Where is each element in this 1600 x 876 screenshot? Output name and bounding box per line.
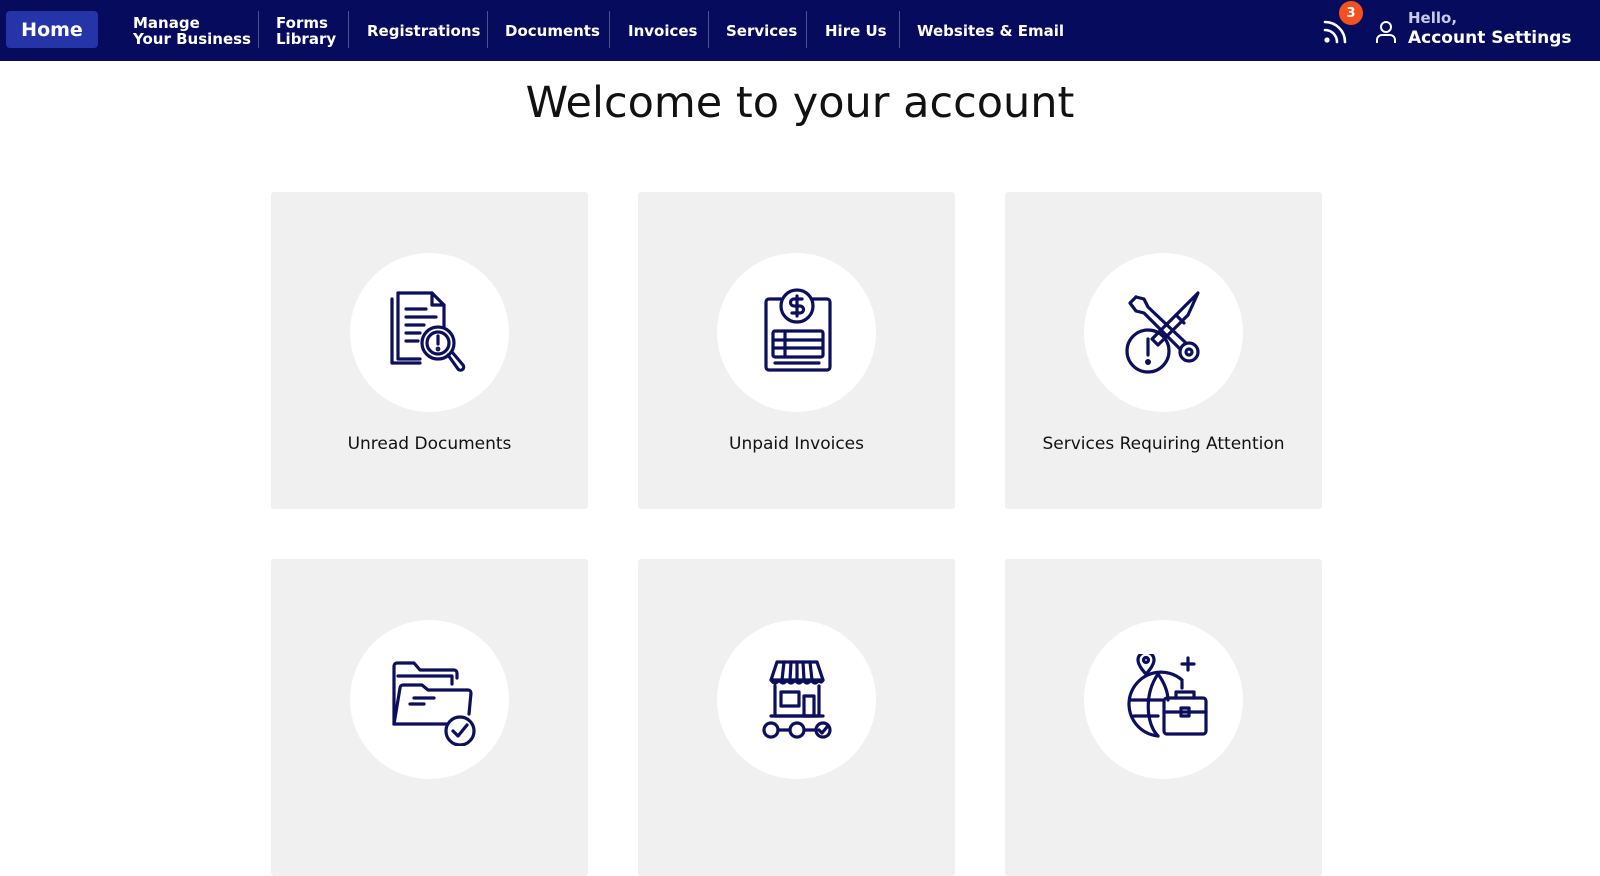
card-unread-documents[interactable]: Unread Documents <box>271 192 588 509</box>
card-folder-complete[interactable] <box>271 559 588 876</box>
card-global-business[interactable] <box>1005 559 1322 876</box>
card-label: Services Requiring Attention <box>1042 434 1285 454</box>
tools-alert-icon <box>1124 290 1200 374</box>
card-label: Unread Documents <box>347 434 512 454</box>
nav-divider <box>487 11 488 48</box>
storefront-icon <box>761 659 832 739</box>
nav-hire-us[interactable]: Hire Us <box>825 0 887 61</box>
nav-documents[interactable]: Documents <box>505 0 600 61</box>
page-title: Welcome to your account <box>525 78 1075 128</box>
nav-invoices[interactable]: Invoices <box>628 0 697 61</box>
account-settings-link[interactable]: Account Settings <box>1408 28 1571 48</box>
nav-websites-email[interactable]: Websites & Email <box>917 0 1064 61</box>
nav-divider <box>806 11 807 48</box>
nav-home-button[interactable]: Home <box>6 11 98 48</box>
globe-briefcase-icon <box>1126 653 1208 738</box>
user-icon[interactable] <box>1374 20 1398 44</box>
folder-check-icon <box>391 660 476 746</box>
nav-divider <box>899 11 900 48</box>
nav-divider <box>708 11 709 48</box>
nav-forms-library[interactable]: Forms Library <box>276 0 336 61</box>
invoice-dollar-icon <box>763 287 832 372</box>
nav-divider <box>609 11 610 48</box>
greeting-text: Hello, <box>1408 9 1458 27</box>
icon-circle <box>717 620 876 779</box>
nav-manage-line2: Your Business <box>133 29 251 48</box>
card-services-attention[interactable]: Services Requiring Attention <box>1005 192 1322 509</box>
icon-circle <box>350 253 509 412</box>
notification-badge: 3 <box>1339 1 1363 25</box>
icon-circle <box>350 620 509 779</box>
nav-forms-line1: Forms <box>276 13 328 32</box>
card-label: Unpaid Invoices <box>729 434 864 454</box>
nav-manage-business[interactable]: Manage Your Business <box>133 0 251 61</box>
nav-divider <box>258 11 259 48</box>
icon-circle <box>1084 253 1243 412</box>
top-navbar: Home Manage Your Business Forms Library … <box>0 0 1600 61</box>
card-storefront[interactable] <box>638 559 955 876</box>
icon-circle <box>717 253 876 412</box>
document-search-alert-icon <box>389 290 465 372</box>
nav-manage-line1: Manage <box>133 13 200 32</box>
nav-registrations[interactable]: Registrations <box>367 0 480 61</box>
card-unpaid-invoices[interactable]: Unpaid Invoices <box>638 192 955 509</box>
nav-forms-line2: Library <box>276 29 337 48</box>
nav-divider <box>348 11 349 48</box>
icon-circle <box>1084 620 1243 779</box>
nav-services[interactable]: Services <box>726 0 797 61</box>
